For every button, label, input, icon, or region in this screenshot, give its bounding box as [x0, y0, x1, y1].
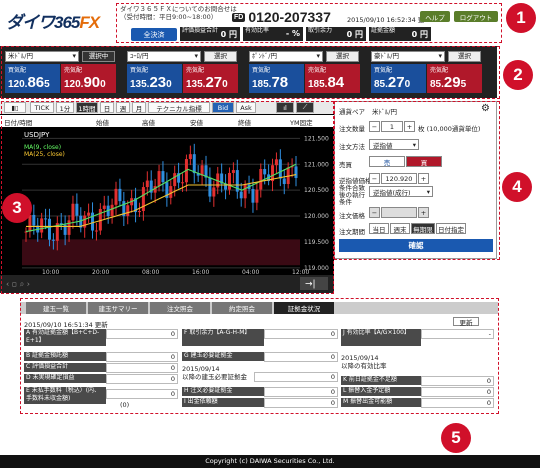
callout-box-3 — [1, 101, 334, 294]
bid-price: 85.270 — [374, 74, 410, 91]
bid-price-pre: 135. — [130, 79, 150, 90]
callout-box-5 — [20, 298, 499, 414]
bid-price-big: 23 — [149, 74, 167, 91]
ask-price: 120.900 — [64, 74, 106, 91]
ask-label: 売気配 — [64, 67, 83, 74]
ask-button[interactable]: 売気配 85.295 — [427, 64, 482, 93]
bid-price: 120.865 — [8, 74, 50, 91]
bid-label: 買気配 — [130, 67, 149, 74]
bid-price-pre: 185. — [252, 79, 272, 90]
ask-price: 85.295 — [430, 74, 466, 91]
callout-badge-5: 5 — [441, 423, 471, 453]
bid-label: 買気配 — [374, 67, 393, 74]
callout-badge-4: 4 — [502, 172, 532, 202]
bid-button[interactable]: 買気配 85.270 — [371, 64, 426, 93]
callout-badge-1: 1 — [506, 3, 536, 33]
callout-box-4 — [334, 101, 500, 260]
ask-price-pre: 120. — [64, 79, 84, 90]
pair-select-button[interactable]: 選択 — [448, 51, 481, 62]
pair-select[interactable]: ﾕｰﾛ/円 — [127, 51, 201, 62]
pair-select[interactable]: ﾎﾟﾝﾄﾞ/円 — [249, 51, 323, 62]
rate-panel: ﾎﾟﾝﾄﾞ/円選択買気配185.78売気配185.84 — [246, 49, 363, 95]
callout-badge-3: 3 — [2, 193, 32, 223]
rate-panel: 豪ﾄﾞﾙ/円選択買気配85.270売気配85.295 — [368, 49, 485, 95]
bid-button[interactable]: 買気配 135.230 — [127, 64, 182, 93]
pair-select[interactable]: 豪ﾄﾞﾙ/円 — [371, 51, 445, 62]
bid-price-big: 78 — [271, 74, 289, 91]
bid-price-big: 86 — [27, 74, 45, 91]
ask-price-small: 0 — [100, 79, 106, 90]
bid-price-pre: 120. — [8, 79, 28, 90]
ask-button[interactable]: 売気配 135.270 — [183, 64, 238, 93]
bid-button[interactable]: 買気配 185.78 — [249, 64, 304, 93]
ask-price-pre: 85. — [430, 79, 444, 90]
logo: ダイワ365FX — [6, 13, 100, 32]
bid-price-big: 27 — [387, 74, 405, 91]
ask-label: 売気配 — [308, 67, 327, 74]
bid-price-small: 0 — [404, 79, 411, 90]
pair-select-button[interactable]: 選択中 — [82, 51, 115, 62]
rate-panel: 米ﾄﾞﾙ/円選択中買気配120.865売気配120.900 — [2, 49, 119, 95]
pair-select-button[interactable]: 選択 — [326, 51, 359, 62]
ask-price-small: 0 — [222, 79, 228, 90]
rate-panel: ﾕｰﾛ/円選択買気配135.230売気配135.270 — [124, 49, 241, 95]
bid-price: 185.78 — [252, 74, 288, 91]
ask-label: 売気配 — [186, 67, 205, 74]
ask-button[interactable]: 売気配 120.900 — [61, 64, 116, 93]
bottom-empty — [20, 412, 498, 455]
bid-price-small: 0 — [166, 79, 172, 90]
pair-select[interactable]: 米ﾄﾞﾙ/円 — [5, 51, 79, 62]
bid-price-pre: 85. — [374, 79, 388, 90]
ask-price: 135.270 — [186, 74, 228, 91]
ask-price-pre: 135. — [186, 79, 206, 90]
footer: Copyright (c) DAIWA Securities Co., Ltd. — [0, 455, 540, 468]
bid-label: 買気配 — [8, 67, 27, 74]
ask-price-big: 84 — [327, 74, 345, 91]
ask-price: 185.84 — [308, 74, 344, 91]
callout-badge-2: 2 — [503, 60, 533, 90]
bid-price: 135.230 — [130, 74, 172, 91]
ask-price-big: 90 — [83, 74, 101, 91]
ask-price-big: 29 — [443, 74, 461, 91]
bid-button[interactable]: 買気配 120.865 — [5, 64, 60, 93]
ask-price-pre: 185. — [308, 79, 328, 90]
ask-button[interactable]: 売気配 185.84 — [305, 64, 360, 93]
ask-price-small: 5 — [460, 79, 467, 90]
bid-price-small: 5 — [44, 79, 50, 90]
pair-select-button[interactable]: 選択 — [204, 51, 237, 62]
ask-price-big: 27 — [205, 74, 223, 91]
bid-label: 買気配 — [252, 67, 271, 74]
callout-box-1 — [116, 3, 502, 43]
ask-label: 売気配 — [430, 67, 449, 74]
